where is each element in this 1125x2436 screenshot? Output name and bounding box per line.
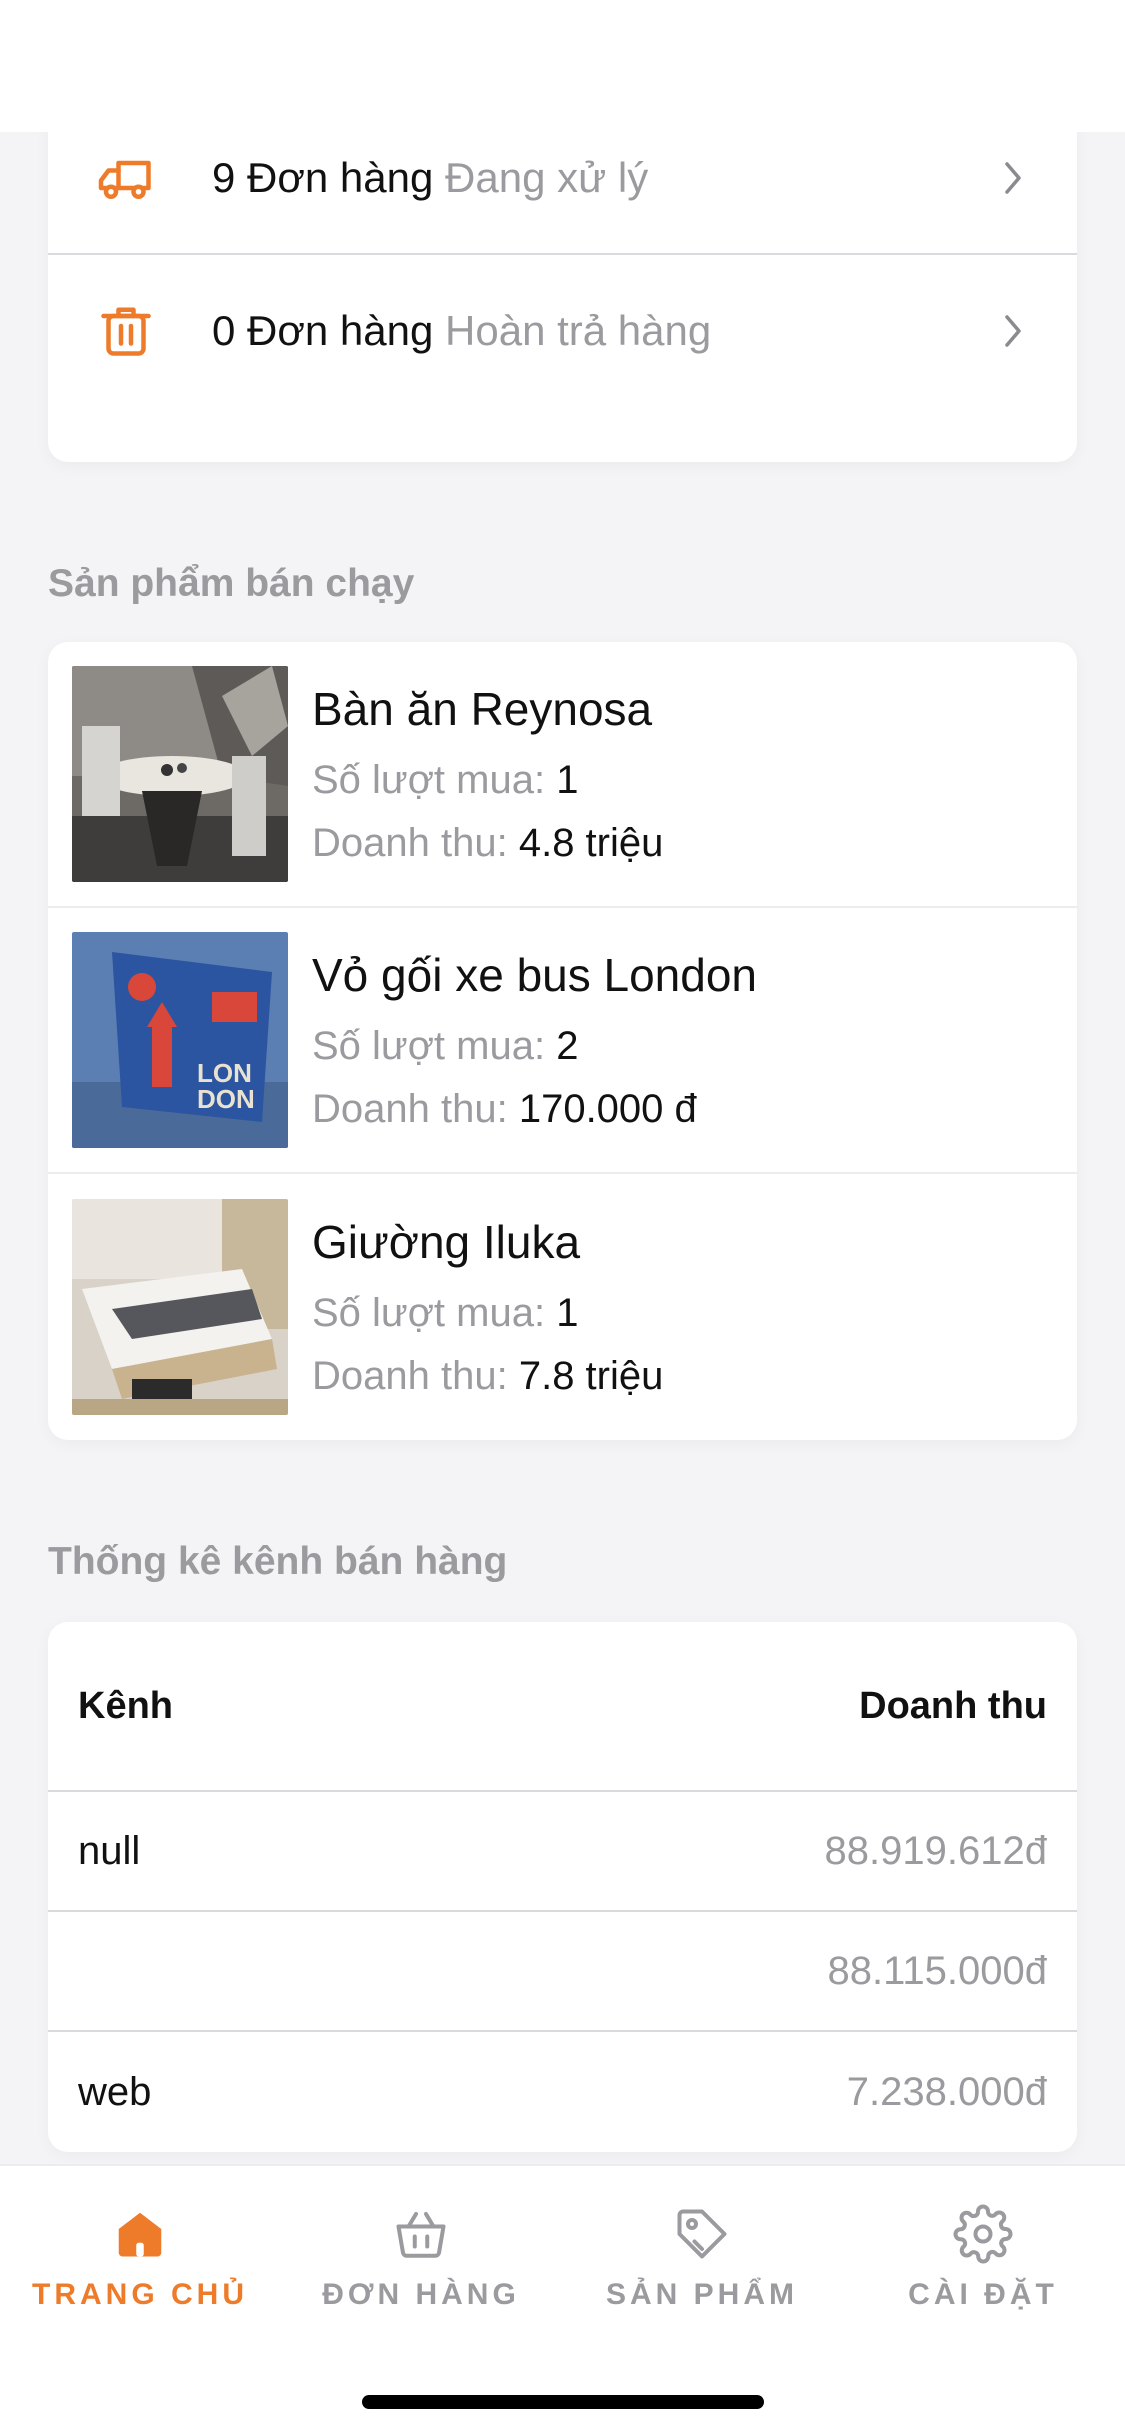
truck-icon [96,148,156,208]
trash-icon [96,301,156,361]
orders-summary-card: 9 Đơn hàng Đang xử lý 0 Đơn hàng Hoàn tr… [48,100,1077,462]
column-header-revenue: Doanh thu [859,1684,1047,1727]
product-item[interactable]: LON DON Vỏ gối xe bus London Số lượt mua… [48,908,1077,1174]
channel-stats-table: Kênh Doanh thu null 88.919.612đ 88.115.0… [48,1622,1077,2152]
tab-products[interactable]: SẢN PHẨM [562,2204,842,2324]
channel-name: web [78,2069,152,2114]
home-icon [118,2212,162,2257]
product-item[interactable]: Giường Iluka Số lượt mua: 1 Doanh thu: 7… [48,1174,1077,1440]
best-sellers-title: Sản phẩm bán chạy [48,562,415,605]
channel-revenue: 88.115.000đ [827,1948,1047,1993]
channel-stats-title: Thống kê kênh bán hàng [48,1540,508,1583]
channel-revenue: 88.919.612đ [824,1828,1047,1873]
product-name: Giường Iluka [312,1216,581,1268]
order-status: Hoàn trả hàng [445,306,712,354]
order-row-text: 0 Đơn hàng Hoàn trả hàng [212,307,997,355]
tab-label: ĐƠN HÀNG [322,2278,520,2311]
product-buys: Số lượt mua: 2 [312,1024,579,1068]
tab-label: TRANG CHỦ [32,2278,248,2311]
tab-orders[interactable]: ĐƠN HÀNG [281,2204,561,2324]
product-name: Bàn ăn Reynosa [312,683,653,735]
order-status: Đang xử lý [445,153,649,201]
best-sellers-card: Bàn ăn Reynosa Số lượt mua: 1 Doanh thu:… [48,642,1077,1440]
channel-revenue: 7.238.000đ [846,2069,1047,2114]
svg-text:DON: DON [197,1084,255,1114]
product-item[interactable]: Bàn ăn Reynosa Số lượt mua: 1 Doanh thu:… [48,642,1077,908]
product-image-dining-table [72,666,288,882]
product-revenue: Doanh thu: 4.8 triệu [312,821,664,865]
tab-label: CÀI ĐẶT [908,2278,1058,2311]
order-count: 9 Đơn hàng [212,153,434,201]
table-row: web 7.238.000đ [48,2032,1077,2152]
chevron-right-icon [1005,314,1021,347]
product-buys: Số lượt mua: 1 [312,758,579,802]
product-revenue: Doanh thu: 170.000 đ [312,1087,697,1131]
table-row: 88.115.000đ [48,1912,1077,2032]
product-name: Vỏ gối xe bus London [312,949,758,1001]
table-row: null 88.919.612đ [48,1792,1077,1912]
chevron-right-icon [1005,161,1021,194]
order-row-text: 9 Đơn hàng Đang xử lý [212,154,997,202]
order-count: 0 Đơn hàng [212,306,434,354]
home-indicator[interactable] [362,2395,764,2409]
tag-icon [677,2209,727,2259]
product-revenue: Doanh thu: 7.8 triệu [312,1354,664,1398]
tab-home[interactable]: TRANG CHỦ [0,2204,280,2324]
channel-name: null [78,1828,141,1873]
product-buys: Số lượt mua: 1 [312,1291,579,1335]
order-row-returns[interactable]: 0 Đơn hàng Hoàn trả hàng [48,253,1077,406]
product-image-bed [72,1199,288,1415]
column-header-channel: Kênh [78,1684,173,1727]
tab-settings[interactable]: CÀI ĐẶT [843,2204,1123,2324]
gear-icon [953,2204,1013,2264]
product-image-pillow: LON DON [72,932,288,1148]
status-bar-area [0,0,1125,132]
tab-label: SẢN PHẨM [605,2278,798,2311]
basket-icon [396,2212,446,2258]
table-header: Kênh Doanh thu [48,1622,1077,1792]
